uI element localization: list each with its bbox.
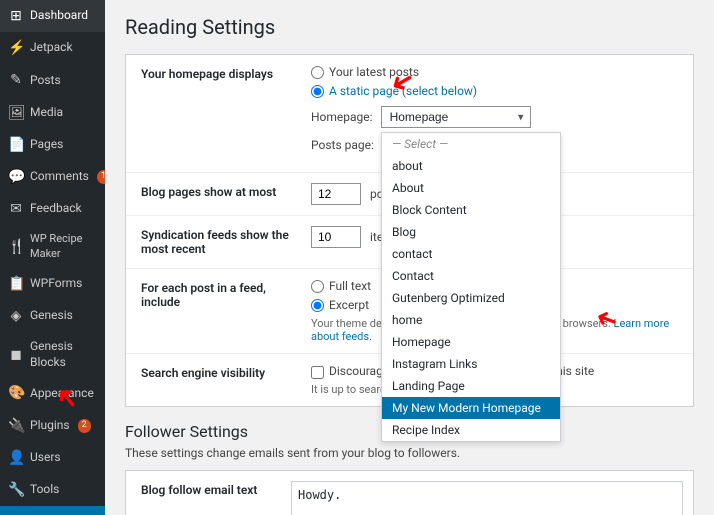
- page-title: Reading Settings: [125, 15, 694, 39]
- sidebar-item-wp-recipe-maker[interactable]: 🍴 WP Recipe Maker: [0, 225, 105, 268]
- dropdown-option-instagram[interactable]: Instagram Links: [382, 353, 560, 375]
- genesis-blocks-icon: ◼: [8, 346, 24, 364]
- main-content: Reading Settings Your homepage displays …: [105, 0, 714, 515]
- sidebar-item-posts[interactable]: ✎ Posts: [0, 64, 105, 96]
- sidebar-item-genesis-blocks[interactable]: ◼ Genesis Blocks: [0, 332, 105, 377]
- pages-icon: 📄: [8, 136, 24, 154]
- follower-settings-desc: These settings change emails sent from y…: [125, 446, 694, 460]
- sidebar-item-feedback[interactable]: ✉ Feedback: [0, 193, 105, 225]
- dropdown-option-block-content[interactable]: Block Content: [382, 199, 560, 221]
- dropdown-option-contact-lower[interactable]: contact: [382, 243, 560, 265]
- follower-settings-table: Blog follow email text Howdy. You recent…: [126, 471, 693, 515]
- plugins-badge: 2: [78, 419, 91, 433]
- email-textarea[interactable]: Howdy. You recently followed this blog's…: [291, 481, 683, 515]
- feedback-icon: ✉: [8, 200, 24, 218]
- comments-icon: 💬: [8, 168, 24, 186]
- dropdown-option-homepage[interactable]: Homepage: [382, 331, 560, 353]
- dropdown-option-about[interactable]: About: [382, 177, 560, 199]
- dropdown-option-landing[interactable]: Landing Page: [382, 375, 560, 397]
- homepage-dropdown-wrapper: Homepage: [381, 106, 531, 128]
- syndication-label: Syndication feeds show the most recent: [126, 216, 306, 269]
- sidebar-item-plugins[interactable]: 🔌 Plugins 2: [0, 410, 105, 442]
- dashboard-icon: ⊞: [8, 7, 24, 25]
- sidebar-item-tools[interactable]: 🔧 Tools: [0, 474, 105, 506]
- homepage-field-label: Homepage:: [311, 110, 373, 124]
- radio-full-label[interactable]: Full text: [329, 279, 371, 293]
- email-text-value: Howdy. You recently followed this blog's…: [286, 471, 693, 515]
- genesis-icon: ◈: [8, 307, 24, 325]
- sidebar-item-users[interactable]: 👤 Users: [0, 442, 105, 474]
- radio-latest-posts: Your latest posts: [311, 65, 683, 79]
- dropdown-option-about-lower[interactable]: about: [382, 155, 560, 177]
- dropdown-option-gutenberg[interactable]: Gutenberg Optimized: [382, 287, 560, 309]
- dropdown-option-recipe-index[interactable]: Recipe Index: [382, 419, 560, 441]
- sidebar-item-dashboard[interactable]: ⊞ Dashboard: [0, 0, 105, 32]
- sidebar: ⊞ Dashboard ⚡ Jetpack ✎ Posts 🖼 Media 📄 …: [0, 0, 105, 515]
- feed-content-label: For each post in a feed, include: [126, 269, 306, 354]
- search-engine-label: Search engine visibility: [126, 354, 306, 407]
- radio-excerpt-label[interactable]: Excerpt: [329, 298, 369, 312]
- blog-pages-label: Blog pages show at most: [126, 173, 306, 216]
- dropdown-option-contact[interactable]: Contact: [382, 265, 560, 287]
- radio-static-label: A static page (select below): [329, 84, 477, 98]
- plugins-icon: 🔌: [8, 417, 24, 435]
- wpforms-icon: 📋: [8, 275, 24, 293]
- blog-pages-input[interactable]: [311, 183, 361, 205]
- homepage-displays-label: Your homepage displays: [126, 55, 306, 173]
- sidebar-item-settings[interactable]: ⚙ Settings: [0, 506, 105, 515]
- sidebar-item-pages[interactable]: 📄 Pages: [0, 129, 105, 161]
- sidebar-item-appearance[interactable]: 🎨 Appearance: [0, 377, 105, 409]
- radio-latest-label[interactable]: Your latest posts: [329, 65, 419, 79]
- radio-static-page: A static page (select below): [311, 84, 683, 98]
- media-icon: 🖼: [8, 104, 24, 122]
- homepage-select[interactable]: Homepage: [381, 106, 531, 128]
- tools-icon: 🔧: [8, 481, 24, 499]
- radio-excerpt-input[interactable]: [311, 299, 324, 312]
- follower-settings-section: Blog follow email text Howdy. You recent…: [125, 470, 694, 515]
- dropdown-option-blog[interactable]: Blog: [382, 221, 560, 243]
- static-page-link[interactable]: static page: [340, 84, 399, 98]
- posts-page-label: Posts page:: [311, 138, 374, 152]
- sidebar-item-jetpack[interactable]: ⚡ Jetpack: [0, 32, 105, 64]
- comments-badge: 171: [97, 170, 105, 184]
- posts-icon: ✎: [8, 71, 24, 89]
- reading-settings-section: Your homepage displays Your latest posts…: [125, 54, 694, 407]
- sidebar-item-comments[interactable]: 💬 Comments 171: [0, 161, 105, 193]
- sidebar-item-genesis[interactable]: ◈ Genesis: [0, 300, 105, 332]
- dropdown-option-home[interactable]: home: [382, 309, 560, 331]
- dropdown-option-select[interactable]: — Select —: [382, 133, 560, 155]
- radio-static-input[interactable]: [311, 85, 324, 98]
- dropdown-option-my-new-modern-homepage[interactable]: My New Modern Homepage: [382, 397, 560, 419]
- search-engine-checkbox[interactable]: [311, 366, 324, 379]
- radio-latest-posts-input[interactable]: [311, 66, 324, 79]
- syndication-input[interactable]: [311, 226, 361, 248]
- users-icon: 👤: [8, 449, 24, 467]
- email-text-row: Blog follow email text Howdy. You recent…: [126, 471, 693, 515]
- homepage-dropdown-area: ➜ Homepage: Homepage — Select —: [311, 106, 683, 156]
- appearance-icon: 🎨: [8, 384, 24, 402]
- homepage-dropdown-popup: — Select — about About Block Content Blo…: [381, 132, 561, 442]
- recipe-maker-icon: 🍴: [8, 238, 24, 256]
- sidebar-item-media[interactable]: 🖼 Media: [0, 97, 105, 129]
- radio-full-text-input[interactable]: [311, 280, 324, 293]
- jetpack-icon: ⚡: [8, 39, 24, 57]
- email-text-label: Blog follow email text: [126, 471, 286, 515]
- homepage-displays-row: Your homepage displays Your latest posts…: [126, 55, 693, 173]
- sidebar-item-wpforms[interactable]: 📋 WPForms: [0, 268, 105, 300]
- homepage-row: Homepage: Homepage: [311, 106, 683, 128]
- homepage-displays-options: Your latest posts A static page (select …: [306, 55, 693, 173]
- settings-table: Your homepage displays Your latest posts…: [126, 55, 693, 406]
